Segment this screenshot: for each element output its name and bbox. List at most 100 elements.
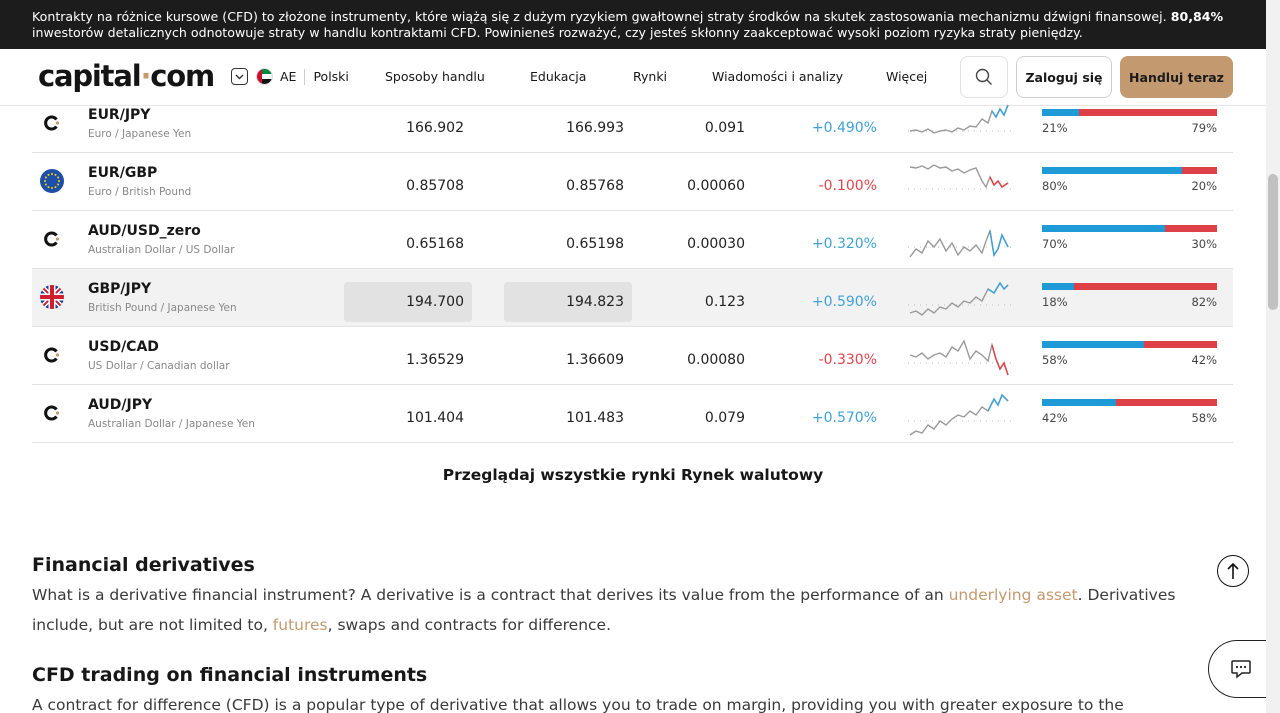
search-button[interactable]: [960, 56, 1008, 98]
sparkline-chart: [908, 393, 1012, 436]
client-sentiment: 80% 20%: [1042, 167, 1217, 193]
sparkline-chart: [908, 228, 1012, 258]
underlying-asset-link[interactable]: underlying asset: [949, 586, 1078, 604]
risk-warning-text: Kontrakty na różnice kursowe (CFD) to zł…: [32, 9, 1171, 24]
futures-link[interactable]: futures: [273, 616, 328, 634]
sellers-percent: 30%: [1191, 237, 1217, 251]
nav-more[interactable]: Więcej: [886, 69, 927, 84]
instrument-name[interactable]: EUR/JPY: [88, 107, 150, 123]
sentiment-bar: [1042, 167, 1217, 174]
spread-value: 0.091: [704, 120, 745, 136]
sellers-percent: 42%: [1191, 353, 1217, 367]
sentiment-bar: [1042, 225, 1217, 232]
buy-price-button[interactable]: 101.483: [504, 398, 632, 438]
sell-price-button[interactable]: 0.65168: [344, 224, 472, 264]
table-row[interactable]: AUD/USD_zero Australian Dollar / US Dolla…: [32, 211, 1233, 269]
nav-markets[interactable]: Rynki: [633, 69, 667, 84]
sentiment-bar: [1042, 283, 1217, 290]
risk-warning-banner: Kontrakty na różnice kursowe (CFD) to zł…: [0, 0, 1266, 49]
sell-price-button[interactable]: 0.85708: [344, 166, 472, 206]
uk-flag-icon: [40, 285, 64, 309]
instrument-description: US Dollar / Canadian dollar: [88, 360, 230, 372]
sentiment-bar: [1042, 109, 1217, 116]
buyers-percent: 70%: [1042, 237, 1068, 251]
sparkline-chart: [908, 281, 1012, 316]
divider: [304, 68, 306, 85]
sellers-percent: 79%: [1191, 121, 1217, 135]
chat-button[interactable]: [1208, 640, 1272, 698]
buyers-percent: 18%: [1042, 295, 1068, 309]
buyers-percent: 58%: [1042, 353, 1068, 367]
uae-flag-icon: [256, 68, 273, 85]
instrument-description: Euro / British Pound: [88, 186, 192, 198]
capital-icon: [40, 343, 64, 367]
chevron-down-icon[interactable]: [231, 68, 248, 85]
table-row[interactable]: EUR/JPY Euro / Japanese Yen 166.902 166.993…: [32, 95, 1233, 153]
buyers-percent: 21%: [1042, 121, 1068, 135]
buy-price-button[interactable]: 194.823: [504, 282, 632, 322]
instrument-name[interactable]: EUR/GBP: [88, 165, 157, 181]
buy-price-button[interactable]: 166.993: [504, 108, 632, 148]
sell-price-button[interactable]: 194.700: [344, 282, 472, 322]
login-button[interactable]: Zaloguj się: [1016, 56, 1112, 98]
trade-now-button[interactable]: Handluj teraz: [1120, 56, 1233, 98]
sellers-percent: 58%: [1191, 411, 1217, 425]
page-scrollbar[interactable]: [1266, 0, 1280, 713]
capital-icon: [40, 227, 64, 251]
instrument-name[interactable]: AUD/USD_zero: [88, 223, 201, 239]
nav-education[interactable]: Edukacja: [530, 69, 586, 84]
sentiment-bar: [1042, 399, 1217, 406]
sell-price-button[interactable]: 101.404: [344, 398, 472, 438]
capital-icon: [40, 111, 64, 135]
search-icon: [975, 68, 992, 85]
sentiment-bar: [1042, 341, 1217, 348]
table-row[interactable]: EUR/GBP Euro / British Pound 0.85708 0.8576…: [32, 153, 1233, 211]
change-percent: -0.330%: [818, 352, 877, 368]
buy-price-button[interactable]: 1.36609: [504, 340, 632, 380]
section-paragraph-derivatives: What is a derivative financial instrumen…: [32, 586, 1176, 634]
section-title-cfd-trading: CFD trading on financial instruments: [32, 664, 428, 686]
instrument-description: British Pound / Japanese Yen: [88, 302, 237, 314]
client-sentiment: 42% 58%: [1042, 399, 1217, 425]
spread-value: 0.00080: [687, 352, 745, 368]
table-row[interactable]: AUD/JPY Australian Dollar / Japanese Yen 1…: [32, 385, 1233, 443]
nav-news-analysis[interactable]: Wiadomości i analizy: [712, 69, 843, 84]
buy-price-button[interactable]: 0.85768: [504, 166, 632, 206]
scrollbar-thumb[interactable]: [1268, 174, 1278, 310]
instrument-name[interactable]: GBP/JPY: [88, 281, 151, 297]
client-sentiment: 58% 42%: [1042, 341, 1217, 367]
instrument-name[interactable]: USD/CAD: [88, 339, 159, 355]
instrument-name[interactable]: AUD/JPY: [88, 397, 152, 413]
browse-all-markets-link[interactable]: Przeglądaj wszystkie rynki Rynek walutow…: [0, 466, 1266, 484]
language-selector[interactable]: Polski: [313, 69, 348, 84]
forex-markets-table: EUR/JPY Euro / Japanese Yen 166.902 166.993…: [32, 95, 1233, 443]
region-code[interactable]: AE: [280, 69, 296, 84]
change-percent: +0.590%: [811, 294, 877, 310]
buy-price-button[interactable]: 0.65198: [504, 224, 632, 264]
table-row[interactable]: USD/CAD US Dollar / Canadian dollar 1.3652…: [32, 327, 1233, 385]
spread-value: 0.123: [704, 294, 745, 310]
buyers-percent: 42%: [1042, 411, 1068, 425]
section-title-financial-derivatives: Financial derivatives: [32, 554, 255, 576]
spread-value: 0.00060: [687, 178, 745, 194]
sell-price-button[interactable]: 1.36529: [344, 340, 472, 380]
table-row[interactable]: GBP/JPY British Pound / Japanese Yen 194.7…: [32, 269, 1233, 327]
section-paragraph-cfd: A contract for difference (CFD) is a pop…: [32, 696, 1124, 713]
client-sentiment: 70% 30%: [1042, 225, 1217, 251]
chat-icon: [1230, 660, 1251, 679]
spread-value: 0.00030: [687, 236, 745, 252]
scroll-to-top-button[interactable]: [1217, 555, 1249, 587]
sellers-percent: 82%: [1191, 295, 1217, 309]
capital-com-logo[interactable]: capital·com: [38, 59, 215, 93]
capital-icon: [40, 401, 64, 425]
risk-warning-text-2: inwestorów detalicznych odnotowuje strat…: [32, 25, 1083, 40]
change-percent: +0.490%: [811, 120, 877, 136]
arrow-up-icon: [1227, 562, 1239, 579]
sparkline-chart: [908, 104, 1012, 134]
nav-ways-to-trade[interactable]: Sposoby handlu: [385, 69, 485, 84]
sell-price-button[interactable]: 166.902: [344, 108, 472, 148]
eu-flag-icon: [40, 169, 64, 193]
instrument-description: Australian Dollar / Japanese Yen: [88, 418, 255, 430]
region-selector[interactable]: AE Polski: [231, 68, 349, 85]
buyers-percent: 80%: [1042, 179, 1068, 193]
